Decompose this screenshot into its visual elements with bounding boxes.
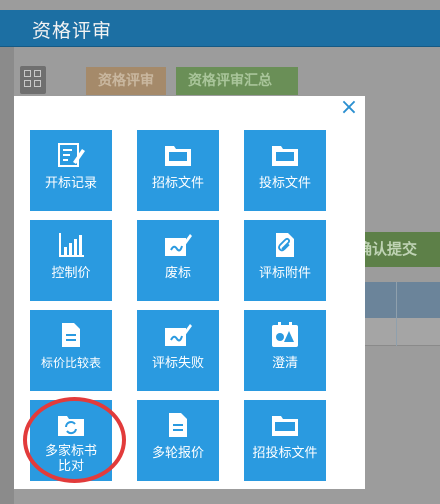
folder-icon: [165, 146, 191, 166]
sign-pen-icon: [165, 234, 192, 256]
tile-tender-bid-files[interactable]: 招投标文件: [244, 400, 326, 481]
tab-qualification-summary[interactable]: 资格评审汇总: [176, 67, 298, 95]
sign-pen-icon: [165, 324, 192, 346]
tile-label: 控制价: [51, 266, 91, 281]
tile-label: 多家标书比对: [44, 444, 97, 474]
tile-label: 开标记录: [44, 176, 97, 191]
bar-chart-icon: [59, 233, 84, 257]
grid-menu-icon[interactable]: [20, 66, 46, 94]
document-icon: [169, 413, 187, 437]
tile-control-price[interactable]: 控制价: [30, 220, 112, 301]
tile-evaluation-failed[interactable]: 评标失败: [137, 310, 219, 391]
tile-multi-round-quote[interactable]: 多轮报价: [137, 400, 219, 481]
document-icon: [62, 323, 80, 347]
tile-clarification[interactable]: 澄清: [244, 310, 326, 391]
window-title: 资格评审: [32, 20, 113, 42]
tile-price-comparison[interactable]: 标价比较表: [30, 310, 112, 391]
clarify-icon: [272, 322, 298, 347]
tile-invalid-bid[interactable]: 废标: [137, 220, 219, 301]
tile-label: 评标失败: [151, 356, 204, 371]
edit-list-icon: [58, 143, 85, 167]
tile-label: 投标文件: [258, 176, 311, 191]
tile-label: 招标文件: [151, 176, 204, 191]
tile-label: 招投标文件: [252, 446, 318, 461]
tile-bid-opening-record[interactable]: 开标记录: [30, 130, 112, 211]
tile-label: 评标附件: [258, 266, 311, 281]
tile-label: 标价比较表: [40, 356, 101, 370]
tile-bid-document[interactable]: 投标文件: [244, 130, 326, 211]
tile-evaluation-attachment[interactable]: 评标附件: [244, 220, 326, 301]
folder-icon: [272, 416, 298, 436]
folder-refresh-icon: [58, 416, 84, 436]
tile-label: 废标: [164, 266, 191, 281]
title-bar: 资格评审: [0, 10, 440, 47]
close-icon[interactable]: ×: [338, 97, 360, 119]
folder-icon: [272, 146, 298, 166]
tile-multi-bid-comparison[interactable]: 多家标书比对: [30, 400, 112, 481]
tab-qualification-review[interactable]: 资格评审: [86, 67, 166, 95]
table-divider: [396, 282, 397, 346]
tile-label: 澄清: [271, 356, 298, 371]
left-strip: [0, 47, 14, 504]
attachment-icon: [276, 233, 294, 257]
tile-label: 多轮报价: [151, 446, 204, 461]
tile-tender-document[interactable]: 招标文件: [137, 130, 219, 211]
